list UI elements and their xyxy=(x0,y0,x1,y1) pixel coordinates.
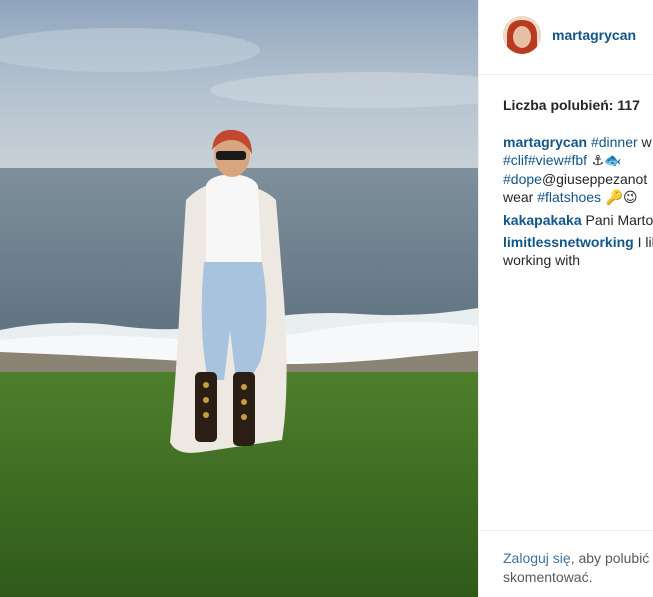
avatar-image xyxy=(503,16,541,54)
login-prompt-text: , aby polubić xyxy=(570,550,650,566)
post-photo[interactable] xyxy=(0,0,478,597)
hashtag-link[interactable]: #dinner xyxy=(591,134,638,150)
login-link[interactable]: Zaloguj się xyxy=(503,550,571,566)
comment-username[interactable]: kakapakaka xyxy=(503,212,582,228)
comment-username[interactable]: martagrycan xyxy=(503,134,587,150)
login-prompt: Zaloguj się, aby polubić skomentować. xyxy=(503,549,653,587)
photo-image xyxy=(0,0,478,597)
likes-count[interactable]: Liczba polubień: 117 xyxy=(503,97,640,113)
mention-text: @giuseppezanot xyxy=(541,171,648,187)
comment-text: working with xyxy=(503,252,581,268)
author-username[interactable]: martagrycan xyxy=(552,27,636,43)
caption-text: w xyxy=(637,134,652,150)
avatar[interactable] xyxy=(503,16,541,54)
caption-text: wear xyxy=(503,189,538,205)
hashtag-link[interactable]: #dope xyxy=(503,171,542,187)
comment-username[interactable]: limitlessnetworking xyxy=(503,234,634,250)
comment-text: Pani Marto xyxy=(581,212,653,228)
post-header: martagrycan xyxy=(479,0,653,75)
caption-line: #dope@giuseppezanot xyxy=(503,170,653,188)
comment-line: kakapakaka Pani Marto xyxy=(503,211,653,229)
hashtag-link[interactable]: #clif#view#fbf xyxy=(503,152,587,168)
hashtag-link[interactable]: #flatshoes xyxy=(537,189,601,205)
comment-item: kakapakaka Pani Marto xyxy=(503,211,653,229)
comment-line: working with xyxy=(503,251,653,269)
caption-comment: martagrycan #dinner w #clif#view#fbf ⚓🐟 … xyxy=(503,133,653,207)
comment-text: I lik xyxy=(637,234,653,250)
post-side-panel: martagrycan Liczba polubień: 117 martagr… xyxy=(478,0,653,597)
comment-line: limitlessnetworking I lik xyxy=(503,233,653,251)
emoji-text: ⚓🐟 xyxy=(587,153,622,169)
login-footer: Zaloguj się, aby polubić skomentować. xyxy=(479,530,653,597)
comment-item: limitlessnetworking I lik working with xyxy=(503,233,653,269)
caption-line: wear #flatshoes 🔑😉 xyxy=(503,188,653,207)
caption-line: #clif#view#fbf ⚓🐟 xyxy=(503,151,653,170)
login-prompt-text: skomentować. xyxy=(503,569,593,585)
caption-line: martagrycan #dinner w xyxy=(503,133,653,151)
emoji-text: 🔑😉 xyxy=(601,190,638,206)
comments-list: martagrycan #dinner w #clif#view#fbf ⚓🐟 … xyxy=(503,133,653,273)
